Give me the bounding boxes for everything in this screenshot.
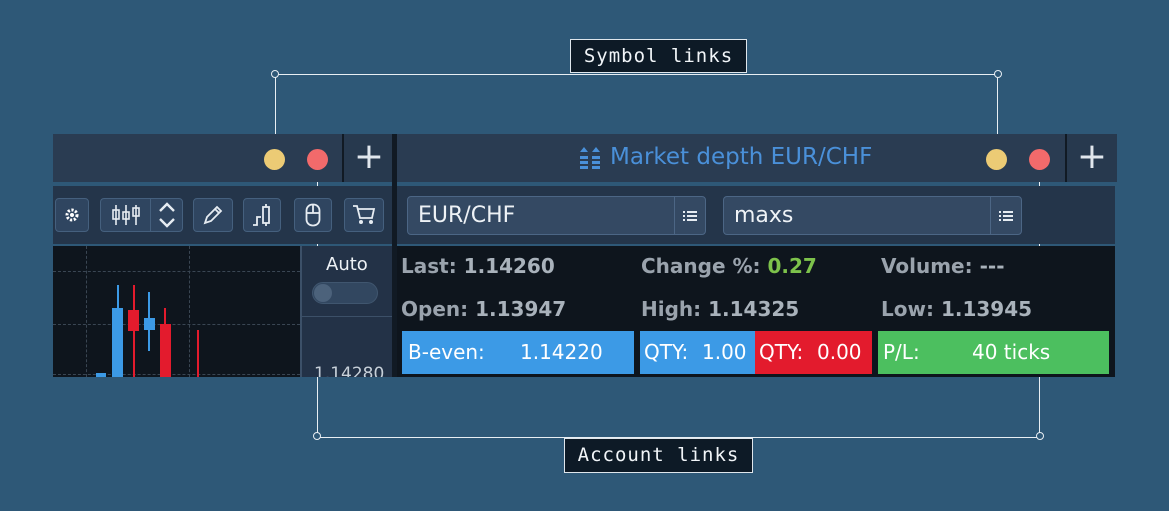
candle-wick xyxy=(133,285,135,377)
stat-volume: Volume: --- xyxy=(881,254,1005,278)
price-label: 1.14280 xyxy=(314,364,385,377)
breakeven-tile: B-even: 1.14220 xyxy=(402,331,634,374)
sell-qty-tile[interactable]: QTY: 0.00 xyxy=(755,331,872,374)
market-depth-icon xyxy=(578,146,604,172)
account-selector[interactable]: maxs xyxy=(723,196,1022,235)
candle xyxy=(112,308,123,377)
symbol-value: EUR/CHF xyxy=(418,203,516,228)
stat-low: Low: 1.13945 xyxy=(881,297,1033,321)
symbol-selector[interactable]: EUR/CHF xyxy=(407,196,706,235)
stat-change: Change %: 0.27 xyxy=(641,254,817,278)
candle-wick xyxy=(197,330,199,377)
stat-high: High: 1.14325 xyxy=(641,297,800,321)
buy-qty-tile[interactable]: QTY: 1.00 xyxy=(640,331,755,374)
gear-icon[interactable] xyxy=(55,198,89,232)
bar-chart-icon[interactable] xyxy=(243,198,281,232)
list-icon[interactable] xyxy=(674,197,705,234)
mouse-icon[interactable] xyxy=(294,198,332,232)
add-panel-button[interactable]: + xyxy=(1065,134,1117,182)
add-chart-button[interactable]: + xyxy=(342,134,394,182)
symbol-links-label: Symbol links xyxy=(570,39,747,73)
account-links-label: Account links xyxy=(564,438,753,473)
chart-panel-header xyxy=(53,134,342,182)
list-icon[interactable] xyxy=(990,197,1021,234)
cart-icon[interactable] xyxy=(344,198,384,232)
candlestick-icon[interactable] xyxy=(100,198,150,232)
candle xyxy=(128,310,139,331)
candle xyxy=(160,324,171,377)
auto-scale-toggle[interactable] xyxy=(312,282,378,304)
pencil-icon[interactable] xyxy=(193,198,233,232)
chart-area[interactable] xyxy=(53,246,300,377)
symbol-link-indicator[interactable] xyxy=(264,149,285,170)
account-value: maxs xyxy=(734,203,794,228)
candle xyxy=(96,373,106,377)
panel-title: Market depth EUR/CHF xyxy=(610,144,873,170)
account-link-indicator[interactable] xyxy=(1029,149,1050,170)
profit-loss-tile: P/L: 40 ticks xyxy=(878,331,1109,374)
symbol-link-indicator[interactable] xyxy=(986,149,1007,170)
candle xyxy=(144,318,155,330)
auto-scale-label: Auto xyxy=(326,254,368,275)
account-link-indicator[interactable] xyxy=(307,149,328,170)
stat-last: Last: 1.14260 xyxy=(401,254,555,278)
stat-open: Open: 1.13947 xyxy=(401,297,567,321)
sort-arrows-icon[interactable] xyxy=(150,198,183,232)
